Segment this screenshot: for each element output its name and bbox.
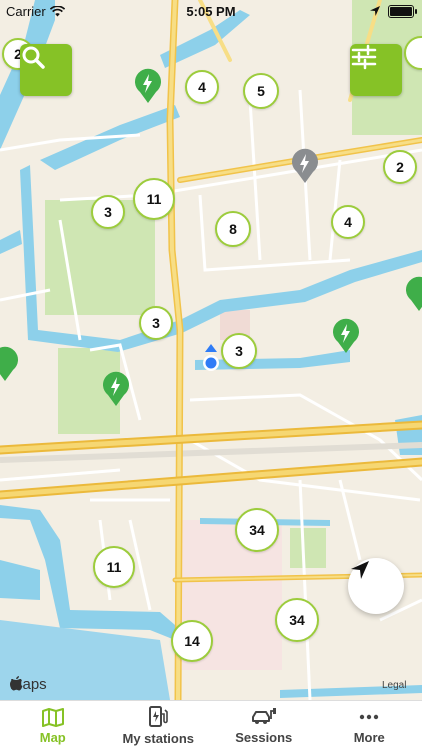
station-cluster[interactable]: 3	[91, 195, 125, 229]
more-dots-icon	[358, 707, 380, 727]
filter-button[interactable]	[350, 44, 402, 96]
charging-station-pin[interactable]	[133, 68, 163, 104]
tab-sessions[interactable]: Sessions	[211, 701, 317, 751]
charging-station-icon	[148, 706, 168, 728]
tab-bar: Map My stations Sessions More	[0, 700, 422, 751]
tab-sessions-label: Sessions	[235, 730, 292, 745]
station-cluster[interactable]: 11	[93, 546, 135, 588]
station-cluster[interactable]: 8	[215, 211, 251, 247]
station-cluster[interactable]: 34	[235, 508, 279, 552]
tab-my-stations[interactable]: My stations	[106, 701, 212, 751]
map-view[interactable]: 2 4 5 11 3 8 4 2 3 3 34 11 34 14	[0, 0, 422, 700]
car-charging-icon	[251, 707, 277, 727]
station-cluster[interactable]: 5	[243, 73, 279, 109]
station-cluster[interactable]: 34	[275, 598, 319, 642]
station-cluster[interactable]: 14	[171, 620, 213, 662]
search-icon	[20, 44, 46, 70]
charging-station-pin[interactable]	[101, 371, 131, 407]
status-time: 5:05 PM	[0, 4, 422, 19]
station-cluster[interactable]: 2	[383, 150, 417, 184]
legal-link[interactable]: Legal	[382, 680, 406, 691]
station-cluster[interactable]: 3	[221, 333, 257, 369]
tab-map[interactable]: Map	[0, 701, 106, 751]
station-cluster[interactable]: 4	[185, 70, 219, 104]
park-area	[290, 528, 326, 568]
tab-more[interactable]: More	[317, 701, 422, 751]
station-cluster[interactable]: 11	[133, 178, 175, 220]
maps-attribution: Maps	[10, 676, 47, 693]
current-location-marker	[203, 344, 219, 371]
charging-station-pin[interactable]	[0, 346, 20, 382]
canal	[0, 230, 22, 254]
search-button[interactable]	[20, 44, 72, 96]
station-cluster[interactable]: 3	[139, 306, 173, 340]
canal	[0, 560, 40, 600]
charging-station-pin[interactable]	[404, 276, 422, 312]
locate-me-button[interactable]	[348, 558, 404, 614]
charging-station-pin[interactable]	[331, 318, 361, 354]
apple-logo-icon	[10, 676, 23, 691]
unavailable-station-pin[interactable]	[290, 148, 320, 184]
tab-more-label: More	[354, 730, 385, 745]
filter-icon	[350, 44, 378, 70]
navigation-arrow-icon	[348, 558, 372, 582]
tab-my-stations-label: My stations	[122, 731, 194, 746]
tab-map-label: Map	[40, 730, 66, 745]
battery-icon	[388, 5, 414, 18]
map-icon	[42, 707, 64, 727]
status-bar: Carrier 5:05 PM	[0, 0, 422, 22]
station-cluster[interactable]: 4	[331, 205, 365, 239]
